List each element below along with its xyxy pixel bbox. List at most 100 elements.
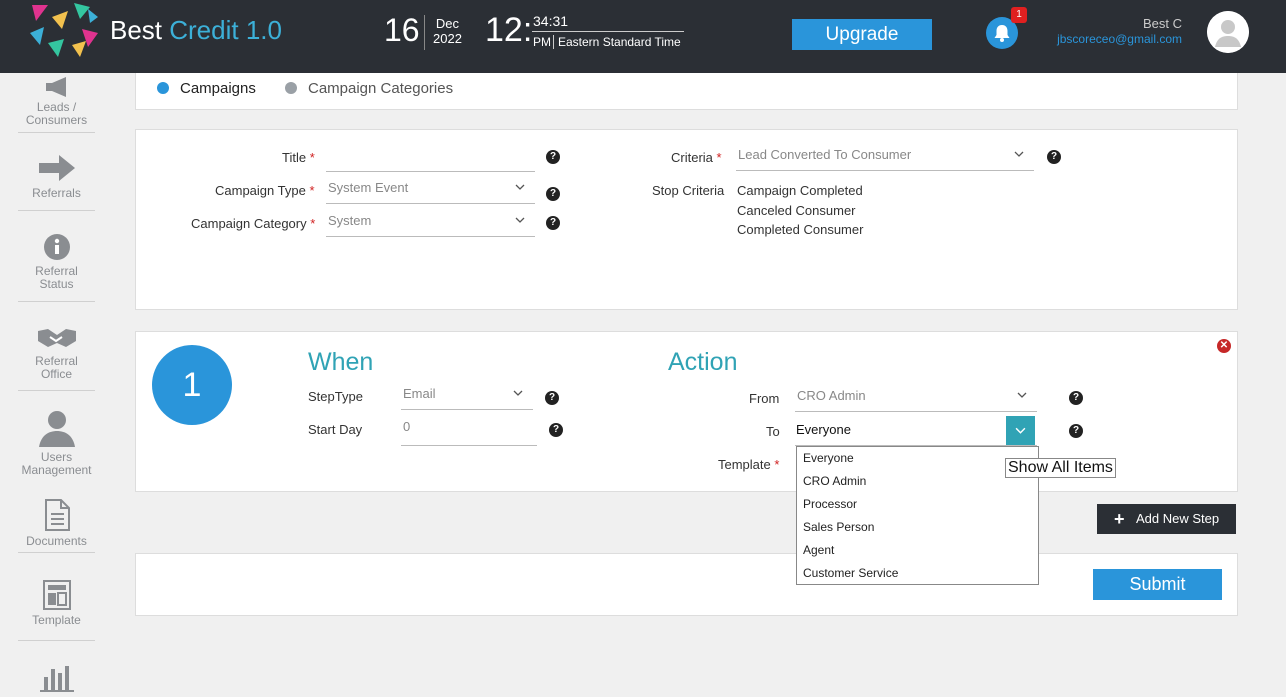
campaign-type-label: Campaign Type *	[215, 183, 315, 198]
help-icon[interactable]: ?	[546, 150, 560, 164]
sidebar-item-referral-office[interactable]: Referral Office	[18, 325, 95, 391]
sidebar-item-label: Referral Office	[35, 354, 78, 381]
chevron-down-icon	[515, 217, 525, 223]
step-type-label: StepType	[308, 389, 363, 404]
sidebar: Leads / Consumers Referrals Referral Sta…	[0, 73, 115, 697]
help-icon[interactable]: ?	[546, 187, 560, 201]
tab-campaign-categories[interactable]: Campaign Categories	[308, 80, 453, 97]
sidebar-item-reports[interactable]	[18, 663, 95, 697]
tab-campaign-categories-dot	[285, 82, 297, 94]
notification-badge: 1	[1011, 7, 1027, 23]
to-input[interactable]: Everyone	[796, 422, 851, 437]
to-dropdown-toggle[interactable]	[1006, 416, 1035, 445]
help-icon[interactable]: ?	[549, 423, 563, 437]
sidebar-item-label: Referral Status	[35, 264, 78, 291]
chevron-down-icon	[513, 390, 523, 396]
start-day-input[interactable]: 0	[401, 419, 537, 446]
from-select[interactable]: CRO Admin	[795, 388, 1037, 412]
app-title: Best Credit 1.0	[110, 15, 282, 46]
dropdown-option[interactable]: Sales Person	[797, 516, 1038, 539]
sidebar-item-documents[interactable]: Documents	[18, 499, 95, 553]
help-icon[interactable]: ?	[1069, 391, 1083, 405]
title-input[interactable]	[326, 146, 535, 172]
sidebar-item-users-management[interactable]: Users Management	[18, 409, 95, 477]
upgrade-button[interactable]: Upgrade	[792, 19, 932, 50]
tab-campaigns[interactable]: Campaigns	[180, 80, 256, 97]
info-icon	[43, 234, 70, 260]
time-divider-vertical	[553, 35, 554, 49]
arrow-right-icon	[38, 155, 75, 181]
to-label: To	[766, 424, 780, 439]
submit-panel	[135, 553, 1238, 616]
step-type-value: Email	[403, 386, 436, 401]
dropdown-option[interactable]: Agent	[797, 539, 1038, 562]
avatar[interactable]	[1207, 11, 1249, 53]
criteria-select[interactable]: Lead Converted To Consumer	[736, 147, 1034, 171]
add-new-step-button[interactable]: + Add New Step	[1097, 504, 1236, 534]
criteria-value: Lead Converted To Consumer	[738, 147, 912, 162]
to-dropdown-list: Everyone CRO Admin Processor Sales Perso…	[796, 446, 1039, 585]
date-month-year: Dec 2022	[433, 16, 462, 46]
stop-criteria-value: Completed Consumer	[737, 222, 864, 237]
from-value: CRO Admin	[797, 388, 866, 403]
campaign-type-select[interactable]: System Event	[326, 180, 535, 204]
user-email[interactable]: jbscoreceo@gmail.com	[1057, 32, 1182, 46]
title-label-text: Title	[282, 150, 307, 165]
when-heading: When	[308, 348, 374, 376]
logo[interactable]	[28, 3, 100, 59]
dropdown-option[interactable]: Everyone	[797, 447, 1038, 470]
sidebar-item-label: Leads / Consumers	[25, 100, 88, 127]
dropdown-option[interactable]: CRO Admin	[797, 470, 1038, 493]
show-all-items-tooltip: Show All Items	[1005, 458, 1116, 478]
campaign-category-label-text: Campaign Category	[191, 216, 307, 231]
top-bar: Best Credit 1.0 16 Dec 2022 12: 34:31 PM…	[0, 0, 1286, 73]
campaign-type-label-text: Campaign Type	[215, 183, 306, 198]
document-icon	[44, 499, 70, 531]
time-divider	[532, 31, 684, 32]
campaign-category-select[interactable]: System	[326, 213, 535, 237]
user-name: Best C	[1142, 16, 1182, 31]
campaign-category-value: System	[328, 213, 372, 228]
time-ampm: PM	[533, 35, 551, 49]
required-mark: *	[716, 150, 722, 165]
megaphone-icon	[45, 77, 66, 97]
brand-main: Best	[110, 15, 170, 45]
user-icon	[38, 411, 75, 447]
brand-accent: Credit 1.0	[169, 15, 282, 45]
sidebar-item-referral-status[interactable]: Referral Status	[18, 233, 95, 302]
from-label: From	[749, 391, 780, 406]
help-icon[interactable]: ?	[1069, 424, 1083, 438]
sidebar-item-template[interactable]: Template	[18, 580, 95, 641]
dropdown-option[interactable]: Processor	[797, 493, 1038, 516]
stop-criteria-value: Canceled Consumer	[737, 203, 856, 218]
bar-chart-icon	[39, 666, 74, 692]
template-label-text: Template	[718, 457, 771, 472]
tab-campaigns-dot	[157, 82, 169, 94]
chevron-down-icon	[1014, 151, 1024, 157]
help-icon[interactable]: ?	[545, 391, 559, 405]
template-label: Template *	[718, 457, 779, 472]
sidebar-item-leads-consumers[interactable]: Leads / Consumers	[18, 77, 95, 133]
dropdown-option[interactable]: Customer Service	[797, 562, 1038, 585]
required-mark: *	[774, 457, 780, 472]
chevron-down-icon	[515, 184, 525, 190]
submit-button[interactable]: Submit	[1093, 569, 1222, 600]
time-zone: Eastern Standard Time	[558, 35, 681, 49]
handshake-icon	[37, 329, 76, 347]
user-avatar-icon	[1207, 11, 1249, 53]
tabs-bar: Campaigns Campaign Categories	[135, 73, 1238, 110]
step-type-select[interactable]: Email	[401, 386, 533, 410]
criteria-label: Criteria *	[671, 150, 722, 165]
date-day: 16	[384, 12, 420, 48]
sidebar-item-label: Template	[32, 613, 81, 627]
sidebar-item-label: Users Management	[21, 450, 92, 477]
to-combobox[interactable]: Everyone	[795, 416, 1037, 446]
time-minutes-seconds: 34:31	[533, 13, 569, 29]
add-new-step-label: Add New Step	[1136, 511, 1220, 526]
sidebar-item-referrals[interactable]: Referrals	[18, 153, 95, 211]
sidebar-item-label: Documents	[26, 534, 87, 548]
remove-step-icon[interactable]: ✕	[1217, 339, 1231, 353]
help-icon[interactable]: ?	[1047, 150, 1061, 164]
campaign-category-label: Campaign Category *	[191, 216, 315, 231]
help-icon[interactable]: ?	[546, 216, 560, 230]
